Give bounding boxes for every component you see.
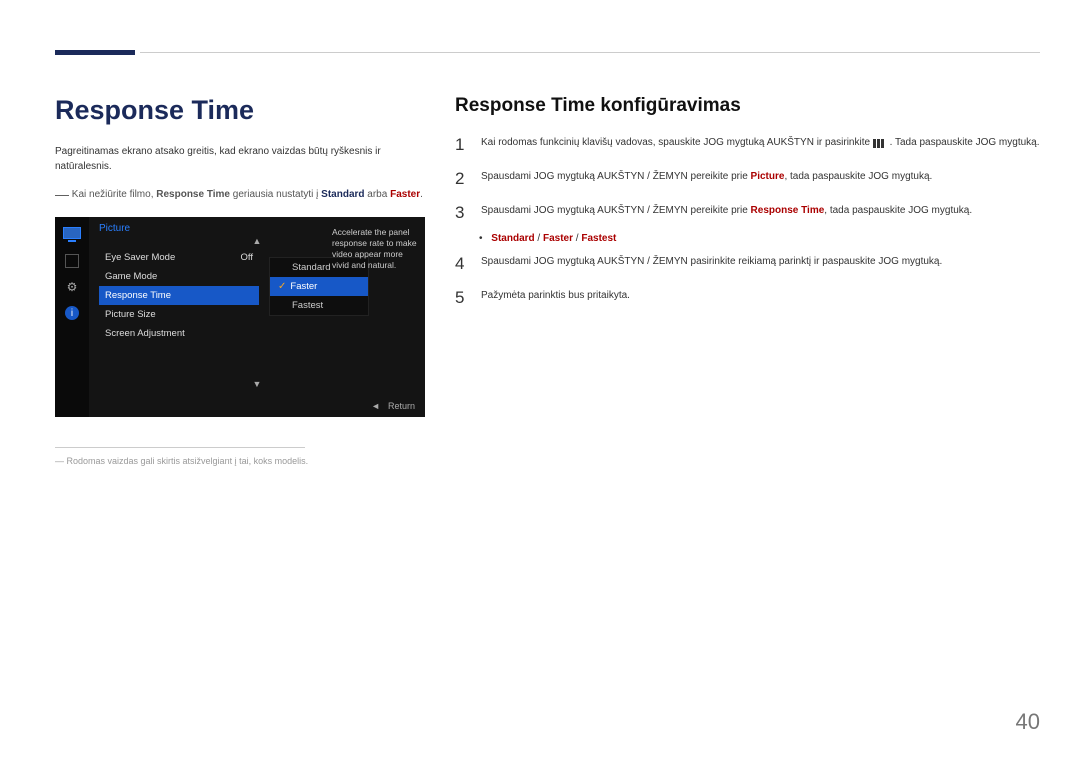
- square-icon: [65, 254, 79, 268]
- osd-screenshot: ⚙ i Picture ▲ Eye Saver ModeOff Game Mod…: [55, 217, 425, 417]
- step-1: 1 Kai rodomas funkcinių klavišų vadovas,…: [455, 135, 1040, 155]
- note-dash: ―: [55, 186, 69, 202]
- header-accent-bar: [55, 50, 135, 55]
- gear-icon: ⚙: [63, 280, 81, 294]
- osd-arrow-down: ▼: [253, 379, 262, 389]
- step-2: 2 Spausdami JOG mygtuką AUKŠTYN / ŽEMYN …: [455, 169, 1040, 189]
- osd-item-screen-adjustment: Screen Adjustment: [99, 324, 259, 343]
- left-column: Response Time Pagreitinamas ekrano atsak…: [55, 95, 425, 466]
- osd-item-game-mode: Game Mode: [99, 267, 259, 286]
- steps-list: 1 Kai rodomas funkcinių klavišų vadovas,…: [455, 135, 1040, 308]
- osd-return-label: Return: [388, 401, 415, 411]
- footnote-rule: [55, 447, 305, 448]
- page-content: Response Time Pagreitinamas ekrano atsak…: [55, 95, 1040, 466]
- info-icon: i: [65, 306, 79, 320]
- osd-item-eye-saver: Eye Saver ModeOff: [99, 248, 259, 267]
- section-heading: Response Time konfigūravimas: [455, 95, 1040, 117]
- menu-icon: [873, 138, 887, 147]
- osd-sub-faster: ✓Faster: [270, 277, 368, 296]
- osd-item-response-time: Response Time: [99, 286, 259, 305]
- check-icon: ✓: [278, 281, 286, 292]
- header-rule: [140, 52, 1040, 53]
- intro-text: Pagreitinamas ekrano atsako greitis, kad…: [55, 144, 425, 174]
- page-number: 40: [1016, 709, 1040, 735]
- osd-main: Picture ▲ Eye Saver ModeOff Game Mode Re…: [89, 217, 425, 417]
- footnote-text: ― Rodomas vaizdas gali skirtis atsižvelg…: [55, 456, 425, 466]
- osd-list: Eye Saver ModeOff Game Mode Response Tim…: [99, 248, 259, 343]
- osd-footer: ◄ Return: [371, 401, 415, 411]
- step-4: 4 Spausdami JOG mygtuką AUKŠTYN / ŽEMYN …: [455, 254, 1040, 274]
- note-text: ― Kai nežiūrite filmo, Response Time ger…: [55, 184, 425, 205]
- osd-sub-fastest: Fastest: [270, 296, 368, 315]
- monitor-icon: [63, 227, 81, 242]
- osd-description: Accelerate the panel response rate to ma…: [332, 227, 417, 271]
- osd-sidebar: ⚙ i: [55, 217, 89, 417]
- step-3: 3 Spausdami JOG mygtuką AUKŠTYN / ŽEMYN …: [455, 203, 1040, 223]
- osd-item-picture-size: Picture Size: [99, 305, 259, 324]
- options-bullet: • Standard / Faster / Fastest: [479, 233, 1040, 244]
- step-5: 5 Pažymėta parinktis bus pritaikyta.: [455, 288, 1040, 308]
- right-column: Response Time konfigūravimas 1 Kai rodom…: [455, 95, 1040, 466]
- page-title: Response Time: [55, 95, 425, 126]
- osd-nav-left-icon: ◄: [371, 401, 380, 411]
